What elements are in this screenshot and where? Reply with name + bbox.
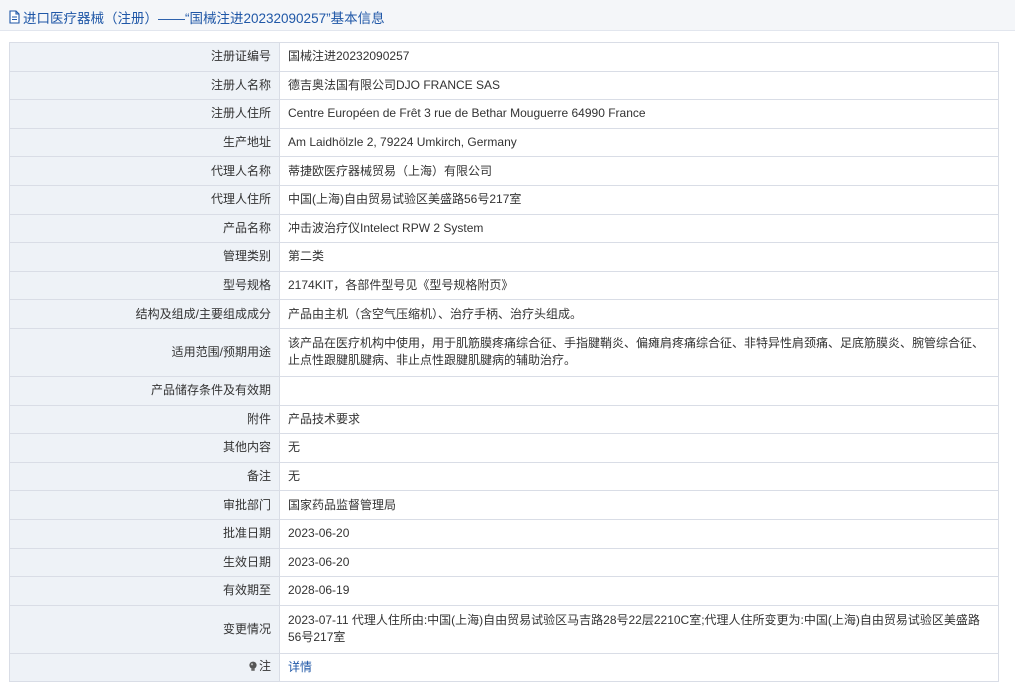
row-label: 产品名称 bbox=[9, 213, 280, 244]
note-label-text: 注 bbox=[258, 658, 271, 673]
note-value: 详情 bbox=[279, 652, 999, 683]
row-label: 生效日期 bbox=[9, 547, 280, 578]
row-label: 变更情况 bbox=[9, 604, 280, 654]
table-row: 管理类别 第二类 bbox=[9, 242, 999, 272]
row-label: 代理人住所 bbox=[9, 184, 280, 215]
table-row: 代理人住所 中国(上海)自由贸易试验区美盛路56号217室 bbox=[9, 184, 999, 215]
row-value: Centre Européen de Frêt 3 rue de Bethar … bbox=[279, 99, 999, 129]
row-label: 注册人名称 bbox=[9, 70, 280, 101]
table-row: 有效期至 2028-06-19 bbox=[9, 576, 999, 606]
note-label: 注 bbox=[248, 658, 271, 675]
note-label-cell: 注 bbox=[9, 652, 280, 683]
table-row: 变更情况 2023-07-11 代理人住所由:中国(上海)自由贸易试验区马吉路2… bbox=[9, 604, 999, 654]
info-table: 注册证编号 国械注进20232090257 注册人名称 德吉奥法国有限公司DJO… bbox=[9, 42, 999, 683]
table-row: 生效日期 2023-06-20 bbox=[9, 547, 999, 578]
row-label: 代理人名称 bbox=[9, 156, 280, 186]
row-label: 审批部门 bbox=[9, 490, 280, 520]
row-label: 型号规格 bbox=[9, 270, 280, 301]
row-value: 无 bbox=[279, 433, 999, 463]
row-label: 管理类别 bbox=[9, 242, 280, 272]
details-link[interactable]: 详情 bbox=[288, 660, 312, 674]
page-title-container: 进口医疗器械（注册）——“国械注进20232090257”基本信息 bbox=[8, 7, 385, 27]
row-value: 2023-06-20 bbox=[279, 547, 999, 578]
table-row: 结构及组成/主要组成成分 产品由主机（含空气压缩机）、治疗手柄、治疗头组成。 bbox=[9, 299, 999, 329]
title-bar: 进口医疗器械（注册）——“国械注进20232090257”基本信息 bbox=[0, 0, 1015, 31]
row-value: 蒂捷欧医疗器械贸易（上海）有限公司 bbox=[279, 156, 999, 186]
table-row: 注册证编号 国械注进20232090257 bbox=[9, 42, 999, 72]
row-value: 第二类 bbox=[279, 242, 999, 272]
row-value: 产品技术要求 bbox=[279, 404, 999, 435]
table-row: 适用范围/预期用途 该产品在医疗机构中使用，用于肌筋膜疼痛综合征、手指腱鞘炎、偏… bbox=[9, 327, 999, 377]
row-value: 产品由主机（含空气压缩机）、治疗手柄、治疗头组成。 bbox=[279, 299, 999, 329]
table-row: 其他内容 无 bbox=[9, 433, 999, 463]
table-row: 产品储存条件及有效期 bbox=[9, 375, 999, 406]
row-value: 国械注进20232090257 bbox=[279, 42, 999, 72]
row-value bbox=[279, 375, 999, 406]
note-row: 注 详情 bbox=[9, 652, 999, 683]
info-table-body: 注册证编号 国械注进20232090257 注册人名称 德吉奥法国有限公司DJO… bbox=[9, 42, 999, 683]
row-label: 结构及组成/主要组成成分 bbox=[9, 299, 280, 329]
row-value: 国家药品监督管理局 bbox=[279, 490, 999, 520]
table-row: 备注 无 bbox=[9, 461, 999, 492]
document-icon bbox=[8, 10, 21, 24]
row-value: 无 bbox=[279, 461, 999, 492]
row-value: Am Laidhölzle 2, 79224 Umkirch, Germany bbox=[279, 127, 999, 158]
row-label: 有效期至 bbox=[9, 576, 280, 606]
row-value: 德吉奥法国有限公司DJO FRANCE SAS bbox=[279, 70, 999, 101]
row-value: 中国(上海)自由贸易试验区美盛路56号217室 bbox=[279, 184, 999, 215]
page: 进口医疗器械（注册）——“国械注进20232090257”基本信息 注册证编号 … bbox=[0, 0, 1015, 692]
row-label: 其他内容 bbox=[9, 433, 280, 463]
table-row: 代理人名称 蒂捷欧医疗器械贸易（上海）有限公司 bbox=[9, 156, 999, 186]
row-label: 批准日期 bbox=[9, 518, 280, 549]
row-value: 冲击波治疗仪Intelect RPW 2 System bbox=[279, 213, 999, 244]
table-row: 审批部门 国家药品监督管理局 bbox=[9, 490, 999, 520]
row-value: 2023-06-20 bbox=[279, 518, 999, 549]
table-row: 附件 产品技术要求 bbox=[9, 404, 999, 435]
row-label: 适用范围/预期用途 bbox=[9, 327, 280, 377]
row-value: 2023-07-11 代理人住所由:中国(上海)自由贸易试验区马吉路28号22层… bbox=[279, 604, 999, 654]
table-row: 注册人住所 Centre Européen de Frêt 3 rue de B… bbox=[9, 99, 999, 129]
row-label: 附件 bbox=[9, 404, 280, 435]
row-value: 2174KIT，各部件型号见《型号规格附页》 bbox=[279, 270, 999, 301]
row-value: 该产品在医疗机构中使用，用于肌筋膜疼痛综合征、手指腱鞘炎、偏瘫肩疼痛综合征、非特… bbox=[279, 327, 999, 377]
table-row: 产品名称 冲击波治疗仪Intelect RPW 2 System bbox=[9, 213, 999, 244]
row-label: 注册人住所 bbox=[9, 99, 280, 129]
table-row: 批准日期 2023-06-20 bbox=[9, 518, 999, 549]
table-row: 型号规格 2174KIT，各部件型号见《型号规格附页》 bbox=[9, 270, 999, 301]
page-title: 进口医疗器械（注册）——“国械注进20232090257”基本信息 bbox=[23, 11, 385, 26]
table-row: 注册人名称 德吉奥法国有限公司DJO FRANCE SAS bbox=[9, 70, 999, 101]
lightbulb-icon bbox=[248, 661, 258, 672]
row-label: 备注 bbox=[9, 461, 280, 492]
row-label: 产品储存条件及有效期 bbox=[9, 375, 280, 406]
row-value: 2028-06-19 bbox=[279, 576, 999, 606]
row-label: 生产地址 bbox=[9, 127, 280, 158]
row-label: 注册证编号 bbox=[9, 42, 280, 72]
table-row: 生产地址 Am Laidhölzle 2, 79224 Umkirch, Ger… bbox=[9, 127, 999, 158]
